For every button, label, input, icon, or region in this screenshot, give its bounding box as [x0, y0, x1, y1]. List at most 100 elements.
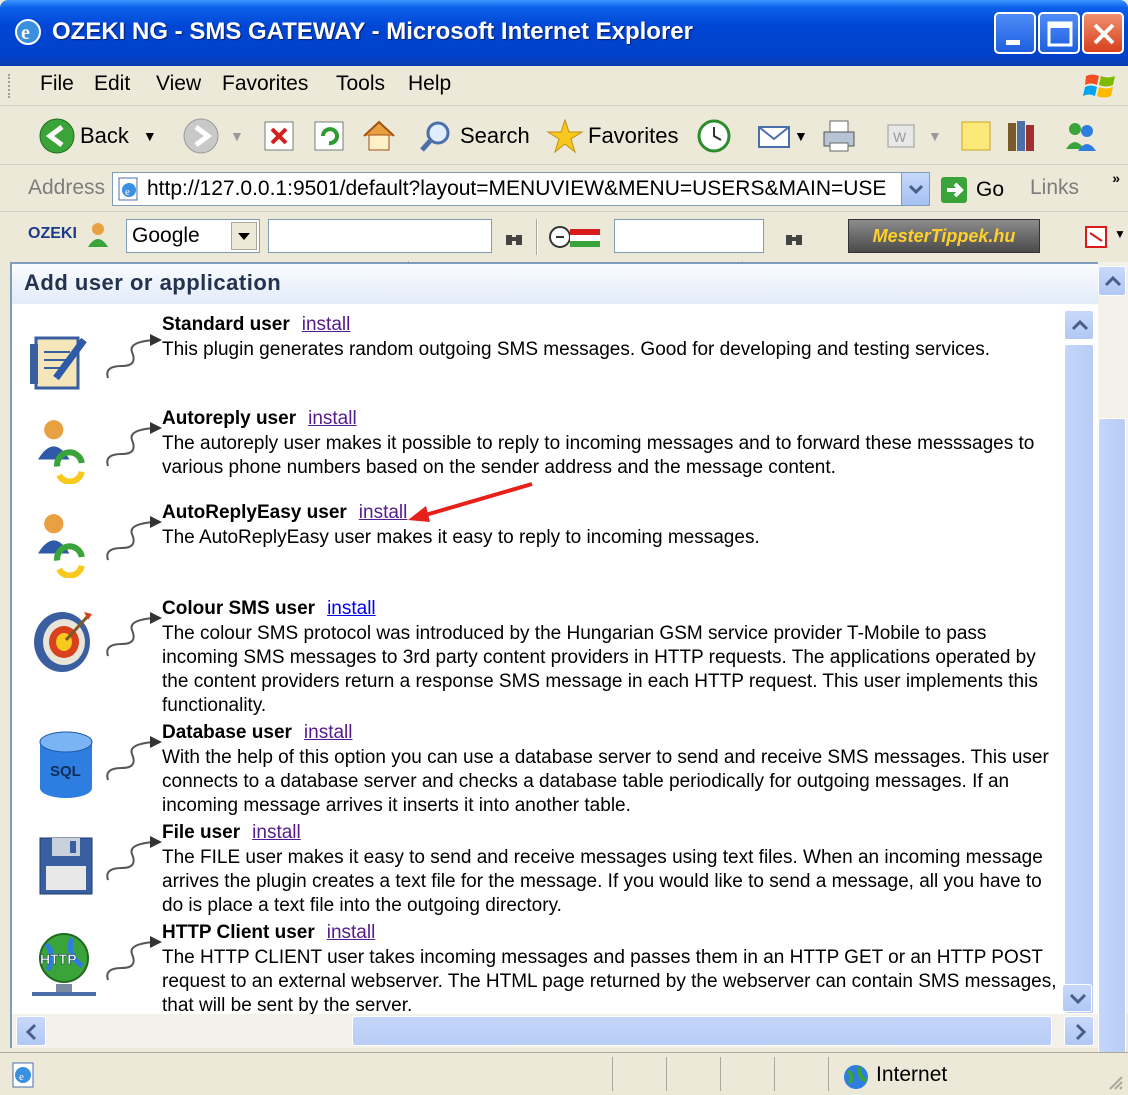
print-button[interactable]: [820, 115, 858, 157]
go-label: Go: [976, 178, 1005, 201]
entry-name: AutoReplyEasy user: [162, 502, 347, 523]
print-icon: [823, 120, 855, 152]
inner-vertical-scrollbar[interactable]: [1060, 304, 1096, 1016]
menu-view[interactable]: View: [156, 72, 201, 96]
menu-help[interactable]: Help: [408, 72, 451, 96]
search-text-input[interactable]: [268, 219, 492, 253]
chevron-down-icon[interactable]: ▼: [1114, 227, 1126, 241]
status-pane: [720, 1057, 774, 1091]
mestertippek-button[interactable]: MesterTippek.hu: [848, 219, 1040, 253]
chevron-left-icon: [25, 1023, 37, 1041]
messenger-button[interactable]: [1062, 115, 1100, 157]
mail-button[interactable]: ▼: [756, 115, 808, 157]
back-button[interactable]: Back ▼: [38, 115, 157, 157]
entry-name: Autoreply user: [162, 408, 297, 429]
binoculars-icon[interactable]: [784, 229, 804, 249]
address-bar: Address e http://127.0.0.1:9501/default?…: [0, 166, 1128, 212]
entry-description: The colour SMS protocol was introduced b…: [162, 623, 1038, 716]
favorites-button[interactable]: Favorites: [546, 115, 678, 157]
entry-name: Database user: [162, 722, 292, 743]
install-link[interactable]: install: [302, 314, 351, 335]
entry-description: The autoreply user makes it possible to …: [162, 433, 1035, 478]
popup-blocker-icon[interactable]: [1082, 223, 1112, 251]
page-content: Add user or application Standard user ins…: [10, 262, 1098, 1016]
search-button[interactable]: Search: [418, 115, 530, 157]
scroll-right-button[interactable]: [1064, 1016, 1094, 1046]
address-dropdown[interactable]: [901, 173, 929, 205]
status-pane: [612, 1057, 666, 1091]
chevron-up-icon: [1104, 275, 1122, 287]
links-label[interactable]: Links: [1030, 176, 1079, 200]
entry-name: HTTP Client user: [162, 922, 315, 943]
home-button[interactable]: [360, 115, 398, 157]
scroll-down-button[interactable]: [1062, 984, 1092, 1012]
chevron-right-icon[interactable]: »: [1112, 170, 1120, 186]
horizontal-scrollbar[interactable]: [10, 1014, 1098, 1048]
menu-edit[interactable]: Edit: [94, 72, 130, 96]
binoculars-icon[interactable]: [504, 229, 524, 249]
mail-dropdown-icon[interactable]: ▼: [794, 128, 808, 144]
person-refresh-icon: [38, 514, 85, 578]
windows-flag-icon: [1083, 74, 1115, 98]
chevron-down-icon: [1069, 993, 1087, 1005]
scroll-up-button[interactable]: [1064, 310, 1094, 340]
resize-grip-icon[interactable]: [1106, 1073, 1124, 1091]
menu-tools[interactable]: Tools: [336, 72, 385, 96]
install-link[interactable]: install: [327, 598, 376, 619]
entry-name: Colour SMS user: [162, 598, 316, 619]
translate-flag-icon[interactable]: [548, 221, 604, 253]
forward-button[interactable]: ▼: [182, 115, 244, 157]
page-status-icon: e: [12, 1062, 34, 1088]
translate-input[interactable]: [614, 219, 764, 253]
scroll-thumb[interactable]: [1064, 344, 1094, 1014]
scroll-thumb[interactable]: [1098, 418, 1126, 1095]
ie-logo-icon: e: [15, 19, 41, 45]
maximize-button[interactable]: [1038, 12, 1080, 54]
history-button[interactable]: [696, 115, 732, 157]
refresh-button[interactable]: [312, 115, 346, 157]
globe-icon: [844, 1065, 868, 1089]
svg-text:e: e: [21, 22, 30, 44]
vertical-scrollbar[interactable]: [1098, 262, 1128, 1095]
notes-button[interactable]: [958, 115, 994, 157]
refresh-icon: [314, 121, 344, 151]
close-button[interactable]: [1082, 12, 1124, 54]
menu-bar: File Edit View Favorites Tools Help: [0, 66, 1128, 106]
messenger-icon: [1066, 123, 1096, 151]
menu-favorites[interactable]: Favorites: [222, 72, 308, 96]
scroll-up-button[interactable]: [1098, 266, 1126, 296]
install-link[interactable]: install: [359, 502, 408, 523]
install-link[interactable]: install: [308, 408, 357, 429]
edit-button[interactable]: W ▼: [884, 115, 942, 157]
entry-title: Autoreply user install: [162, 408, 357, 430]
research-button[interactable]: [1004, 115, 1042, 157]
install-link[interactable]: install: [252, 822, 301, 843]
status-zone-pane: [828, 1057, 1128, 1091]
menu-file[interactable]: File: [40, 72, 74, 96]
target-icon: [34, 612, 92, 672]
toolbar-grip[interactable]: [8, 74, 12, 98]
status-pane: [774, 1057, 828, 1091]
ozeki-logo[interactable]: OZEKI: [28, 225, 77, 243]
title-bar[interactable]: e OZEKI NG - SMS GATEWAY - Microsoft Int…: [0, 0, 1128, 66]
install-link[interactable]: install: [327, 922, 376, 943]
stop-button[interactable]: [262, 115, 296, 157]
minimize-button[interactable]: [994, 12, 1036, 54]
back-dropdown-icon[interactable]: ▼: [143, 128, 157, 144]
search-engine-select[interactable]: Google: [126, 219, 260, 253]
chevron-down-icon[interactable]: [231, 222, 257, 250]
star-icon: [546, 118, 584, 154]
toolbar-separator: [536, 219, 538, 255]
scroll-thumb[interactable]: [352, 1016, 1052, 1046]
forward-arrow-icon: [183, 118, 219, 154]
address-input[interactable]: e http://127.0.0.1:9501/default?layout=M…: [112, 172, 930, 206]
go-button[interactable]: Go: [940, 176, 1004, 204]
back-arrow-icon: [39, 118, 75, 154]
install-link[interactable]: install: [304, 722, 353, 743]
forward-dropdown-icon[interactable]: ▼: [230, 128, 244, 144]
scroll-left-button[interactable]: [16, 1016, 46, 1046]
page-header: Add user or application: [12, 264, 1098, 304]
user-list: Standard user install This plugin generat…: [12, 304, 1060, 1016]
edit-dropdown-icon[interactable]: ▼: [928, 128, 942, 144]
standard-toolbar: Back ▼ ▼ Search Favorites ▼ W ▼: [0, 107, 1128, 265]
